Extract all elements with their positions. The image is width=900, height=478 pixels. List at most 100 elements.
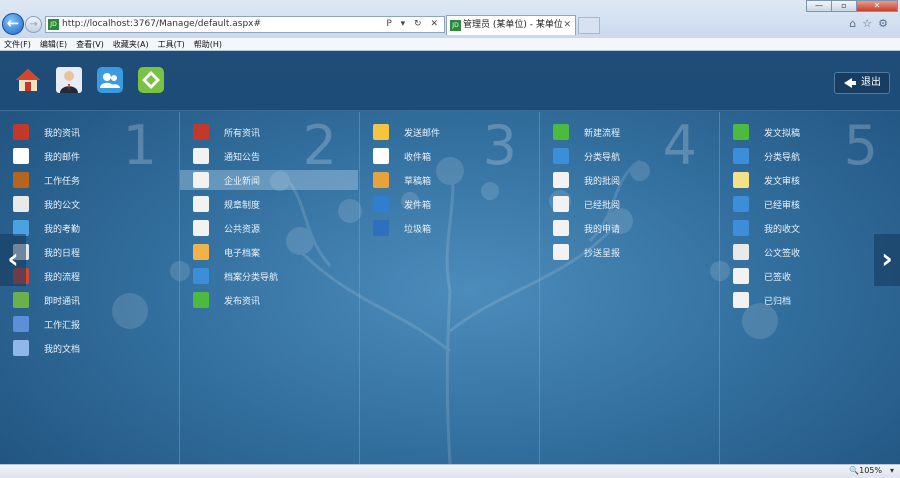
menu-tile-item[interactable]: 公共资源 <box>180 218 358 238</box>
menu-tile-item[interactable]: 我的文档 <box>0 338 178 358</box>
address-bar[interactable]: JD http://localhost:3767/Manage/default.… <box>45 16 445 33</box>
menu-tile-label: 我的流程 <box>44 273 81 283</box>
menu-tile-item[interactable]: 抄送呈报 <box>540 242 718 262</box>
menu-tile-item[interactable]: 发文审核 <box>720 170 898 190</box>
menu-tile-label: 我的收文 <box>764 225 801 235</box>
contacts-icon[interactable] <box>97 67 123 93</box>
menu-tile-label: 规章制度 <box>224 201 261 211</box>
menu-tile-item[interactable]: 我的考勤 <box>0 218 178 238</box>
column-1: 1 我的资讯 我的邮件 工作任务 我的公文 我的考勤 我的日程 我的流程 即时通讯 工作汇报 我的… <box>0 112 180 464</box>
back-button[interactable]: ← <box>2 13 24 35</box>
menu-tile-label: 我的批阅 <box>584 177 621 187</box>
category-nav-icon <box>733 148 749 164</box>
menu-tile-item[interactable]: 我的邮件 <box>0 146 178 166</box>
menu-tile-item[interactable]: 公文签收 <box>720 242 898 262</box>
apps-icon[interactable] <box>138 67 164 93</box>
menu-tile-item[interactable]: 收件箱 <box>360 146 538 166</box>
sign-icon <box>733 244 749 260</box>
new-tab-button[interactable] <box>578 17 600 34</box>
next-page-arrow-icon[interactable]: › <box>874 234 900 286</box>
menu-tile-item[interactable]: 所有资讯 <box>180 122 358 142</box>
browser-tool-icons[interactable]: ⌂☆⚙ <box>849 17 894 30</box>
menu-view[interactable]: 查看(V) <box>76 38 104 50</box>
address-tools[interactable]: P ▾ ↻ ✕ <box>386 17 441 32</box>
menu-tile-item[interactable]: 工作任务 <box>0 170 178 190</box>
zoom-level[interactable]: 🔍105% <box>849 466 882 475</box>
menu-tile-label: 所有资讯 <box>224 129 261 139</box>
menu-tile-item[interactable]: 档案分类导航 <box>180 266 358 286</box>
menu-tile-item[interactable]: 我的批阅 <box>540 170 718 190</box>
menu-tile-item[interactable]: 我的流程 <box>0 266 178 286</box>
menu-tile-item[interactable]: 我的公文 <box>0 194 178 214</box>
menu-tile-item[interactable]: 发文拟稿 <box>720 122 898 142</box>
menu-tile-item[interactable]: 已经审核 <box>720 194 898 214</box>
menu-tile-item[interactable]: 分类导航 <box>720 146 898 166</box>
menu-tile-label: 企业新闻 <box>224 177 261 187</box>
menu-tile-item[interactable]: 我的申请 <box>540 218 718 238</box>
menu-tile-label: 草稿箱 <box>404 177 432 187</box>
outbox-icon <box>373 196 389 212</box>
trash-icon <box>373 220 389 236</box>
add-icon <box>553 124 569 140</box>
menu-tile-item[interactable]: 发送邮件 <box>360 122 538 142</box>
menu-tile-item[interactable]: 我的收文 <box>720 218 898 238</box>
maximize-button[interactable]: ▫ <box>831 0 857 12</box>
menu-help[interactable]: 帮助(H) <box>194 38 222 50</box>
reviewed-icon <box>553 196 569 212</box>
home-icon[interactable] <box>15 67 41 93</box>
menu-tile-item[interactable]: 已归档 <box>720 290 898 310</box>
menu-tile-label: 我的考勤 <box>44 225 81 235</box>
news-page-icon <box>193 172 209 188</box>
menu-tile-item[interactable]: 电子档案 <box>180 242 358 262</box>
menu-tools[interactable]: 工具(T) <box>158 38 185 50</box>
exit-arrow-icon <box>844 78 856 88</box>
minimize-button[interactable]: — <box>806 0 832 12</box>
menu-tile-item[interactable]: 已签收 <box>720 266 898 286</box>
menu-tile-label: 已归档 <box>764 297 792 307</box>
browser-tab[interactable]: JD 管理员 (某单位) - 某单位 ✕ <box>446 15 576 35</box>
exit-label: 退出 <box>861 77 881 88</box>
menu-tile-item[interactable]: 我的资讯 <box>0 122 178 142</box>
close-window-button[interactable]: ✕ <box>856 0 898 12</box>
chat-icon <box>13 292 29 308</box>
menu-tile-label: 我的邮件 <box>44 153 81 163</box>
rules-icon <box>193 196 209 212</box>
menu-tile-item[interactable]: 规章制度 <box>180 194 358 214</box>
menu-tile-label: 已经审核 <box>764 201 801 211</box>
news-icon <box>193 124 209 140</box>
menu-tile-item[interactable]: 草稿箱 <box>360 170 538 190</box>
menu-tile-item[interactable]: 分类导航 <box>540 146 718 166</box>
tab-title: 管理员 (某单位) - 某单位 <box>463 20 563 30</box>
forward-button[interactable]: → <box>25 16 42 33</box>
app-desktop: 退出 1 我的资讯 我的邮件 工作任务 我的公文 我的考勤 我的日程 我的流程 即时通讯 工作汇… <box>0 51 900 464</box>
menu-tile-item[interactable]: 通知公告 <box>180 146 358 166</box>
inbox-icon <box>373 148 389 164</box>
column-3: 3 发送邮件 收件箱 草稿箱 发件箱 垃圾箱 <box>360 112 540 464</box>
menu-tile-item[interactable]: 即时通讯 <box>0 290 178 310</box>
prev-page-arrow-icon[interactable]: ‹ <box>0 234 26 286</box>
exit-button[interactable]: 退出 <box>834 72 890 94</box>
zoom-dropdown-icon[interactable]: ▾ <box>890 466 894 475</box>
menu-tile-item[interactable]: 发布资讯 <box>180 290 358 310</box>
user-avatar-icon[interactable] <box>56 67 82 93</box>
menu-file[interactable]: 文件(F) <box>4 38 31 50</box>
files-icon <box>13 340 29 356</box>
add-icon <box>733 124 749 140</box>
menu-tile-label: 档案分类导航 <box>224 273 279 283</box>
report-icon <box>13 316 29 332</box>
menu-tile-label: 发布资讯 <box>224 297 261 307</box>
tab-close-icon[interactable]: ✕ <box>563 16 571 34</box>
menu-tile-item[interactable]: 工作汇报 <box>0 314 178 334</box>
menu-tile-item[interactable]: 我的日程 <box>0 242 178 262</box>
archived-icon <box>733 292 749 308</box>
menu-tile-label: 我的资讯 <box>44 129 81 139</box>
draft-icon <box>373 172 389 188</box>
menu-favorites[interactable]: 收藏夹(A) <box>113 38 149 50</box>
menu-tile-item[interactable]: 已经批阅 <box>540 194 718 214</box>
menu-tile-item[interactable]: 垃圾箱 <box>360 218 538 238</box>
menu-tile-item[interactable]: 企业新闻 <box>180 170 358 190</box>
menu-tile-label: 工作任务 <box>44 177 81 187</box>
menu-tile-item[interactable]: 发件箱 <box>360 194 538 214</box>
menu-tile-item[interactable]: 新建流程 <box>540 122 718 142</box>
menu-edit[interactable]: 编辑(E) <box>40 38 67 50</box>
